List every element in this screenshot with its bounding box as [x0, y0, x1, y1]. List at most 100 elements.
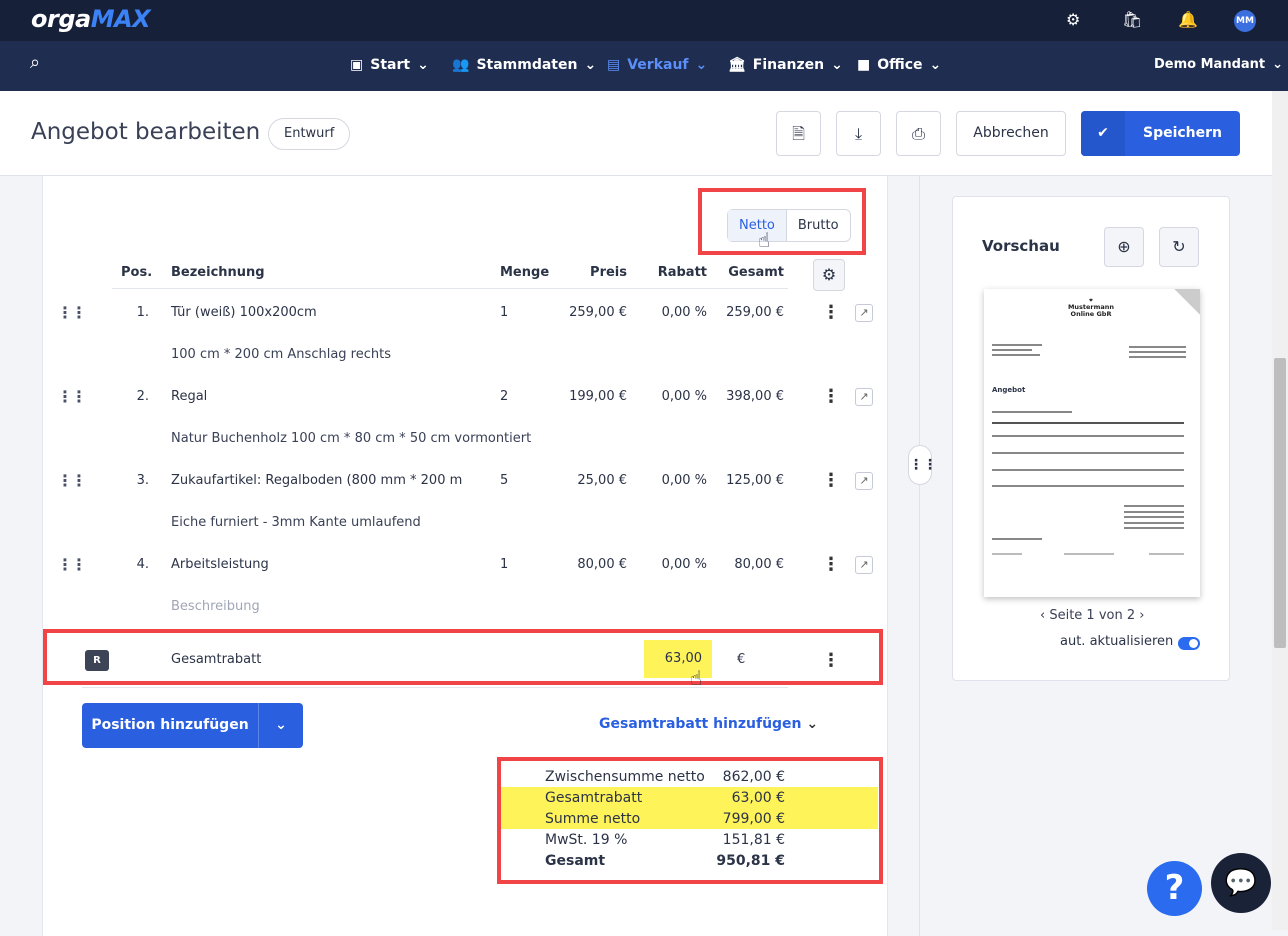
row-preis[interactable]: 259,00 €	[537, 305, 627, 320]
store-icon[interactable]: 🛍	[1122, 10, 1142, 29]
divider	[112, 288, 788, 289]
add-position-button[interactable]: Position hinzufügen ⌄	[82, 703, 303, 748]
drag-handle-icon[interactable]: ⋮⋮	[57, 303, 87, 322]
users-icon: 👥	[452, 57, 470, 73]
netto-brutto-toggle[interactable]: Netto Brutto	[727, 209, 851, 242]
scrollbar-thumb[interactable]	[1274, 358, 1286, 648]
drag-handle-icon[interactable]: ⋮⋮	[57, 555, 87, 574]
row-description[interactable]: Beschreibung	[171, 599, 260, 614]
printer-icon: ⎙	[912, 124, 925, 143]
row-gesamt: 398,00 €	[726, 389, 784, 404]
auto-update-label: aut. aktualisieren	[1060, 634, 1174, 649]
col-gesamt: Gesamt	[728, 265, 784, 280]
row-description[interactable]: 100 cm * 200 cm Anschlag rechts	[171, 347, 391, 362]
download-icon: ⤓	[854, 124, 863, 143]
page-title: Angebot bearbeiten	[31, 119, 261, 145]
bell-icon[interactable]: 🔔	[1178, 10, 1198, 29]
row-menge[interactable]: 2	[500, 389, 508, 404]
total-row: MwSt. 19 % 151,81 €	[545, 832, 785, 848]
drag-handle-icon[interactable]: ⋮⋮	[57, 387, 87, 406]
column-settings-button[interactable]: ⚙	[813, 259, 845, 291]
row-pos: 1.	[136, 305, 149, 320]
total-row: Gesamtrabatt 63,00 €	[545, 790, 785, 806]
preview-title: Vorschau	[982, 237, 1060, 255]
nav-office[interactable]: ■ Office ⌄	[857, 57, 941, 73]
discount-label: Gesamtrabatt	[171, 652, 262, 667]
row-gesamt: 259,00 €	[726, 305, 784, 320]
refresh-button[interactable]: ↻	[1159, 227, 1199, 267]
row-gesamt: 125,00 €	[726, 473, 784, 488]
chevron-down-icon[interactable]: ⌄	[259, 703, 303, 748]
row-preis[interactable]: 199,00 €	[537, 389, 627, 404]
avatar[interactable]: MM	[1234, 10, 1256, 32]
row-preis[interactable]: 25,00 €	[537, 473, 627, 488]
col-bezeichnung: Bezeichnung	[171, 265, 265, 280]
external-link-icon[interactable]: ↗	[855, 304, 873, 322]
add-discount-link[interactable]: Gesamtrabatt hinzufügen ⌄	[599, 716, 818, 732]
row-menge[interactable]: 1	[500, 557, 508, 572]
search-icon[interactable]: ⌕	[30, 52, 40, 73]
row-name[interactable]: Zukaufartikel: Regalboden (800 mm * 200 …	[171, 473, 462, 488]
settings-icon[interactable]: ⚙	[1066, 10, 1080, 29]
prev-page-icon[interactable]: ‹	[1040, 608, 1045, 623]
row-name[interactable]: Regal	[171, 389, 207, 404]
chevron-down-icon: ⌄	[695, 57, 708, 73]
drag-handle-icon[interactable]: ⋮⋮	[57, 471, 87, 490]
row-description[interactable]: Eiche furniert - 3mm Kante umlaufend	[171, 515, 421, 530]
total-row: Summe netto 799,00 €	[545, 811, 785, 827]
row-gesamt: 80,00 €	[734, 557, 784, 572]
document-heading: Angebot	[992, 386, 1026, 394]
cancel-button[interactable]: Abbrechen	[956, 111, 1066, 156]
panel-separator	[904, 176, 920, 936]
zoom-in-icon: ⊕	[1117, 237, 1131, 256]
row-pos: 2.	[136, 389, 149, 404]
more-options-icon[interactable]: ⋮	[822, 386, 840, 407]
brutto-option[interactable]: Brutto	[787, 210, 850, 241]
total-row: Zwischensumme netto 862,00 €	[545, 769, 785, 785]
external-link-icon[interactable]: ↗	[855, 388, 873, 406]
row-menge[interactable]: 1	[500, 305, 508, 320]
external-link-icon[interactable]: ↗	[855, 472, 873, 490]
refresh-icon: ↻	[1172, 237, 1186, 256]
folder-icon: ■	[857, 57, 871, 73]
row-menge[interactable]: 5	[500, 473, 508, 488]
top-bar	[0, 0, 1288, 41]
nav-start[interactable]: ▣ Start ⌄	[350, 57, 429, 73]
more-options-icon[interactable]: ⋮	[822, 302, 840, 323]
status-badge: Entwurf	[268, 118, 351, 150]
col-pos: Pos.	[121, 265, 153, 280]
preview-pager: ‹ Seite 1 von 2 ›	[1040, 608, 1145, 623]
discount-badge: R	[85, 650, 109, 671]
more-options-icon[interactable]: ⋮	[822, 470, 840, 491]
row-name[interactable]: Tür (weiß) 100x200cm	[171, 305, 317, 320]
save-button[interactable]: ✔ Speichern	[1081, 111, 1240, 156]
print-button[interactable]: ⎙	[896, 111, 941, 156]
more-options-icon[interactable]: ⋮	[822, 650, 840, 671]
check-icon: ✔	[1081, 111, 1125, 156]
row-preis[interactable]: 80,00 €	[537, 557, 627, 572]
chat-icon: 💬	[1224, 868, 1258, 898]
external-link-icon[interactable]: ↗	[855, 556, 873, 574]
row-pos: 3.	[136, 473, 149, 488]
drag-handle-icon[interactable]: ⋮⋮	[908, 445, 937, 485]
document-preview[interactable]: ⌖ Mustermann Online GbR Angebot	[984, 289, 1200, 597]
zoom-in-button[interactable]: ⊕	[1104, 227, 1144, 267]
nav-finanzen[interactable]: 🏛 Finanzen ⌄	[728, 57, 843, 73]
nav-verkauf[interactable]: ▤ Verkauf ⌄	[607, 57, 707, 73]
orgamax-logo[interactable]: orgaMAX	[31, 5, 151, 33]
more-options-icon[interactable]: ⋮	[822, 554, 840, 575]
mandant-dropdown[interactable]: Demo Mandant ⌄	[1154, 57, 1283, 72]
auto-update-toggle[interactable]	[1178, 637, 1200, 650]
help-button[interactable]: ?	[1147, 861, 1202, 916]
chat-button[interactable]: 💬	[1211, 853, 1271, 913]
chevron-down-icon: ⌄	[584, 57, 597, 73]
document-icon: 🗎	[792, 124, 805, 143]
next-page-icon[interactable]: ›	[1139, 608, 1144, 623]
discount-unit: €	[737, 652, 746, 667]
row-name[interactable]: Arbeitsleistung	[171, 557, 269, 572]
download-button[interactable]: ⤓	[836, 111, 881, 156]
col-rabatt: Rabatt	[657, 265, 707, 280]
nav-stammdaten[interactable]: 👥 Stammdaten ⌄	[452, 57, 596, 73]
row-description[interactable]: Natur Buchenholz 100 cm * 80 cm * 50 cm …	[171, 431, 531, 446]
pdf-preview-button[interactable]: 🗎	[776, 111, 821, 156]
